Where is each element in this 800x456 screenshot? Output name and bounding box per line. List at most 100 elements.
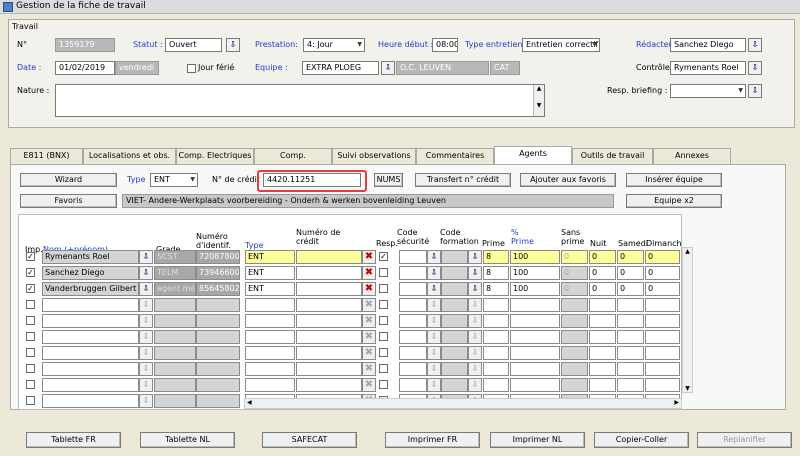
statut-lookup-button[interactable]: ⇩: [226, 38, 240, 52]
type-cell[interactable]: ENT: [245, 250, 295, 264]
delete-icon[interactable]: ✖: [362, 282, 376, 296]
nom-cell[interactable]: Rymenants Roel: [42, 250, 139, 264]
credit-cell[interactable]: [296, 378, 362, 392]
code-securite-cell[interactable]: [399, 346, 427, 360]
grade-cell[interactable]: [154, 314, 196, 328]
replanifier-button[interactable]: Replanifier: [697, 432, 792, 448]
prime-cell[interactable]: [483, 298, 509, 312]
sans-prime-cell[interactable]: [561, 378, 588, 392]
delete-icon[interactable]: ✖: [362, 298, 376, 312]
grade-cell[interactable]: [154, 346, 196, 360]
resp-checkbox[interactable]: [379, 348, 388, 357]
favoris-button[interactable]: Favoris: [20, 194, 117, 208]
credit-cell[interactable]: [296, 346, 362, 360]
tab-commentaires[interactable]: Commentaires: [416, 148, 494, 164]
prime-cell[interactable]: [483, 330, 509, 344]
sans-prime-cell[interactable]: [561, 330, 588, 344]
nom-lookup-button[interactable]: ⇩: [139, 298, 153, 312]
sans-prime-cell[interactable]: 0: [561, 250, 588, 264]
nature-textarea[interactable]: ▲ ▼: [55, 84, 545, 117]
ajouter-favoris-button[interactable]: Ajouter aux favoris: [520, 173, 616, 187]
imp-checkbox[interactable]: [26, 380, 35, 389]
heure-debut-field[interactable]: 08:00: [432, 38, 458, 52]
credit-cell[interactable]: [296, 282, 362, 296]
code-formation-lookup[interactable]: ⇩: [468, 266, 482, 280]
dimanche-cell[interactable]: [645, 330, 680, 344]
equipe-field[interactable]: EXTRA PLOEG: [302, 61, 379, 75]
nuit-cell[interactable]: [589, 346, 616, 360]
code-securite-lookup[interactable]: ⇩: [427, 346, 441, 360]
resp-checkbox[interactable]: [379, 268, 388, 277]
resp-checkbox[interactable]: [379, 300, 388, 309]
safecat-button[interactable]: SAFECAT: [262, 432, 357, 448]
identif-cell[interactable]: [196, 394, 240, 408]
tab-localisations[interactable]: Localisations et obs.: [83, 148, 176, 164]
code-formation-cell[interactable]: [441, 346, 468, 360]
code-formation-cell[interactable]: [441, 250, 468, 264]
samedi-cell[interactable]: 0: [617, 250, 644, 264]
code-formation-lookup[interactable]: ⇩: [468, 298, 482, 312]
code-formation-lookup[interactable]: ⇩: [468, 282, 482, 296]
tablette-fr-button[interactable]: Tablette FR: [26, 432, 121, 448]
samedi-cell[interactable]: [617, 298, 644, 312]
delete-icon[interactable]: ✖: [362, 330, 376, 344]
equipe-x2-button[interactable]: Equipe x2: [626, 194, 722, 208]
pct-prime-cell[interactable]: 100: [510, 266, 560, 280]
credit-cell[interactable]: [296, 362, 362, 376]
inserer-equipe-button[interactable]: Insérer équipe: [626, 173, 722, 187]
sans-prime-cell[interactable]: [561, 298, 588, 312]
imprimer-fr-button[interactable]: Imprimer FR: [385, 432, 480, 448]
samedi-cell[interactable]: 0: [617, 282, 644, 296]
identif-cell[interactable]: [196, 298, 240, 312]
transfert-credit-button[interactable]: Transfert n° crédit: [415, 173, 511, 187]
identif-cell[interactable]: [196, 378, 240, 392]
prime-cell[interactable]: 8: [483, 266, 509, 280]
nom-lookup-button[interactable]: ⇩: [139, 266, 153, 280]
resp-checkbox[interactable]: [379, 332, 388, 341]
sans-prime-cell[interactable]: [561, 314, 588, 328]
sans-prime-cell[interactable]: [561, 346, 588, 360]
nuit-cell[interactable]: 0: [589, 282, 616, 296]
pct-prime-cell[interactable]: [510, 314, 560, 328]
nom-lookup-button[interactable]: ⇩: [139, 250, 153, 264]
nom-lookup-button[interactable]: ⇩: [139, 330, 153, 344]
credit-cell[interactable]: [296, 330, 362, 344]
samedi-cell[interactable]: [617, 378, 644, 392]
dimanche-cell[interactable]: [645, 298, 680, 312]
code-formation-lookup[interactable]: ⇩: [468, 330, 482, 344]
type-cell[interactable]: [245, 346, 295, 360]
credit-cell[interactable]: [296, 298, 362, 312]
identif-cell[interactable]: [196, 314, 240, 328]
code-securite-cell[interactable]: [399, 362, 427, 376]
resp-briefing-lookup-button[interactable]: ⇩: [748, 84, 762, 98]
imp-checkbox[interactable]: [26, 348, 35, 357]
code-securite-lookup[interactable]: ⇩: [427, 330, 441, 344]
resp-checkbox[interactable]: ✓: [379, 252, 388, 261]
dimanche-cell[interactable]: [645, 346, 680, 360]
nom-lookup-button[interactable]: ⇩: [139, 378, 153, 392]
dimanche-cell[interactable]: [645, 362, 680, 376]
type-entretien-select[interactable]: Entretien correctif: [522, 38, 600, 52]
code-securite-lookup[interactable]: ⇩: [427, 362, 441, 376]
statut-field[interactable]: Ouvert: [165, 38, 222, 52]
code-formation-cell[interactable]: [441, 314, 468, 328]
resp-checkbox[interactable]: [379, 284, 388, 293]
credit-cell[interactable]: [296, 314, 362, 328]
nom-lookup-button[interactable]: ⇩: [139, 346, 153, 360]
code-formation-lookup[interactable]: ⇩: [468, 250, 482, 264]
tab-annexes[interactable]: Annexes: [653, 148, 731, 164]
delete-icon[interactable]: ✖: [362, 250, 376, 264]
code-formation-lookup[interactable]: ⇩: [468, 346, 482, 360]
samedi-cell[interactable]: [617, 362, 644, 376]
pct-prime-cell[interactable]: [510, 330, 560, 344]
prime-cell[interactable]: [483, 346, 509, 360]
nuit-cell[interactable]: [589, 378, 616, 392]
code-formation-cell[interactable]: [441, 282, 468, 296]
pct-prime-cell[interactable]: [510, 362, 560, 376]
delete-icon[interactable]: ✖: [362, 346, 376, 360]
resp-checkbox[interactable]: [379, 364, 388, 373]
code-securite-lookup[interactable]: ⇩: [427, 298, 441, 312]
delete-icon[interactable]: ✖: [362, 378, 376, 392]
code-securite-lookup[interactable]: ⇩: [427, 282, 441, 296]
grid-scrollbar[interactable]: ▲ ▼: [682, 247, 693, 393]
